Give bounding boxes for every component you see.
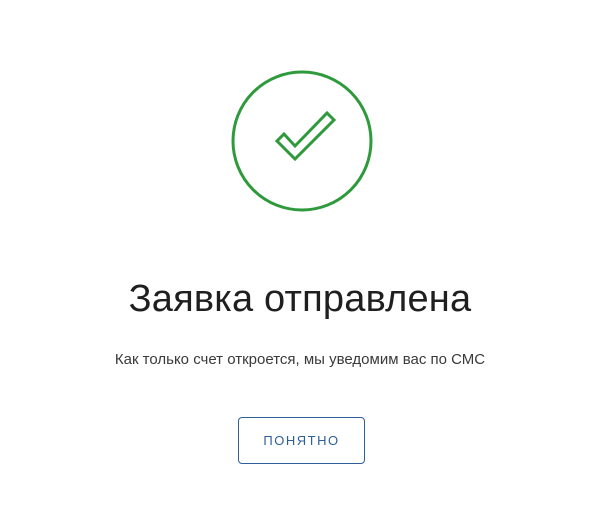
confirm-button[interactable]: ПОНЯТНО bbox=[238, 417, 365, 464]
checkmark-circle-icon bbox=[231, 70, 373, 212]
dialog-title: Заявка отправлена bbox=[128, 278, 472, 320]
dialog-message: Как только счет откроется, мы уведомим в… bbox=[114, 351, 486, 368]
success-dialog: Заявка отправлена Как только счет открое… bbox=[0, 0, 600, 518]
